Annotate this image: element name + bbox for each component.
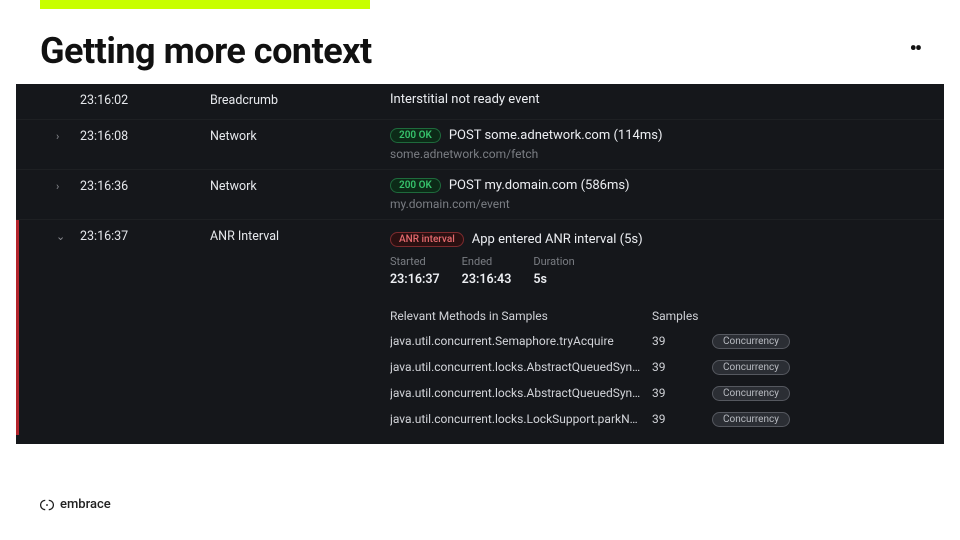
method-name: java.util.concurrent.locks.LockSupport.p… [390, 412, 652, 426]
event-detail: 200 OK POST my.domain.com (586ms) my.dom… [390, 178, 944, 211]
brand-text: embrace [60, 497, 111, 512]
anr-detail: ANR interval App entered ANR interval (5… [390, 228, 944, 427]
event-type: Network [210, 128, 390, 144]
timestamp: 23:16:37 [80, 228, 210, 244]
anr-started-label: Started [390, 255, 440, 268]
chevron-right-icon[interactable]: › [56, 178, 80, 193]
page-title: Getting more context [40, 30, 372, 72]
event-detail: Interstitial not ready event [390, 92, 944, 111]
event-main: App entered ANR interval (5s) [472, 232, 643, 247]
timestamp: 23:16:08 [80, 128, 210, 144]
timeline-row[interactable]: › 23:16:36 Network 200 OK POST my.domain… [16, 170, 944, 220]
method-samples: 39 [652, 360, 712, 374]
tag-concurrency: Concurrency [712, 360, 790, 375]
method-samples: 39 [652, 386, 712, 400]
tag-concurrency: Concurrency [712, 334, 790, 349]
methods-header-name: Relevant Methods in Samples [390, 309, 652, 323]
event-sub: my.domain.com/event [390, 197, 926, 211]
brand-logo-icon [40, 498, 54, 512]
anr-duration-value: 5s [533, 272, 574, 287]
status-pill-anr: ANR interval [390, 232, 464, 247]
accent-bar [40, 0, 370, 9]
method-samples: 39 [652, 334, 712, 348]
chevron-icon [56, 92, 80, 94]
brand-footer: embrace [40, 497, 111, 512]
chevron-right-icon[interactable]: › [56, 128, 80, 143]
event-type: ANR Interval [210, 228, 390, 244]
anr-meta: Started 23:16:37 Ended 23:16:43 Duration… [390, 255, 926, 287]
anr-ended-label: Ended [462, 255, 512, 268]
timeline-row-expanded[interactable]: ⌄ 23:16:37 ANR Interval ANR interval App… [16, 220, 944, 435]
ellipsis-icon[interactable]: •• [910, 36, 920, 60]
methods-header: Relevant Methods in Samples Samples [390, 309, 926, 323]
tag-concurrency: Concurrency [712, 386, 790, 401]
method-row[interactable]: java.util.concurrent.locks.LockSupport.p… [390, 411, 926, 427]
status-pill-ok: 200 OK [390, 128, 441, 143]
event-sub: some.adnetwork.com/fetch [390, 147, 926, 161]
event-detail: 200 OK POST some.adnetwork.com (114ms) s… [390, 128, 944, 161]
method-row[interactable]: java.util.concurrent.Semaphore.tryAcquir… [390, 333, 926, 349]
timestamp: 23:16:02 [80, 92, 210, 108]
timestamp: 23:16:36 [80, 178, 210, 194]
timeline-row[interactable]: 23:16:02 Breadcrumb Interstitial not rea… [16, 84, 944, 120]
event-type: Network [210, 178, 390, 194]
method-row[interactable]: java.util.concurrent.locks.AbstractQueue… [390, 385, 926, 401]
anr-duration-label: Duration [533, 255, 574, 268]
event-main: POST my.domain.com (586ms) [449, 178, 630, 193]
method-row[interactable]: java.util.concurrent.locks.AbstractQueue… [390, 359, 926, 375]
method-name: java.util.concurrent.locks.AbstractQueue… [390, 360, 652, 374]
methods-header-samples: Samples [652, 309, 712, 323]
method-name: java.util.concurrent.Semaphore.tryAcquir… [390, 334, 652, 348]
anr-started-value: 23:16:37 [390, 272, 440, 287]
event-main: POST some.adnetwork.com (114ms) [449, 128, 663, 143]
timeline-panel: 23:16:02 Breadcrumb Interstitial not rea… [16, 84, 944, 444]
anr-ended-value: 23:16:43 [462, 272, 512, 287]
event-main: Interstitial not ready event [390, 92, 540, 107]
chevron-down-icon[interactable]: ⌄ [56, 228, 80, 243]
method-name: java.util.concurrent.locks.AbstractQueue… [390, 386, 652, 400]
method-samples: 39 [652, 412, 712, 426]
event-type: Breadcrumb [210, 92, 390, 108]
status-pill-ok: 200 OK [390, 178, 441, 193]
tag-concurrency: Concurrency [712, 412, 790, 427]
timeline-row[interactable]: › 23:16:08 Network 200 OK POST some.adne… [16, 120, 944, 170]
